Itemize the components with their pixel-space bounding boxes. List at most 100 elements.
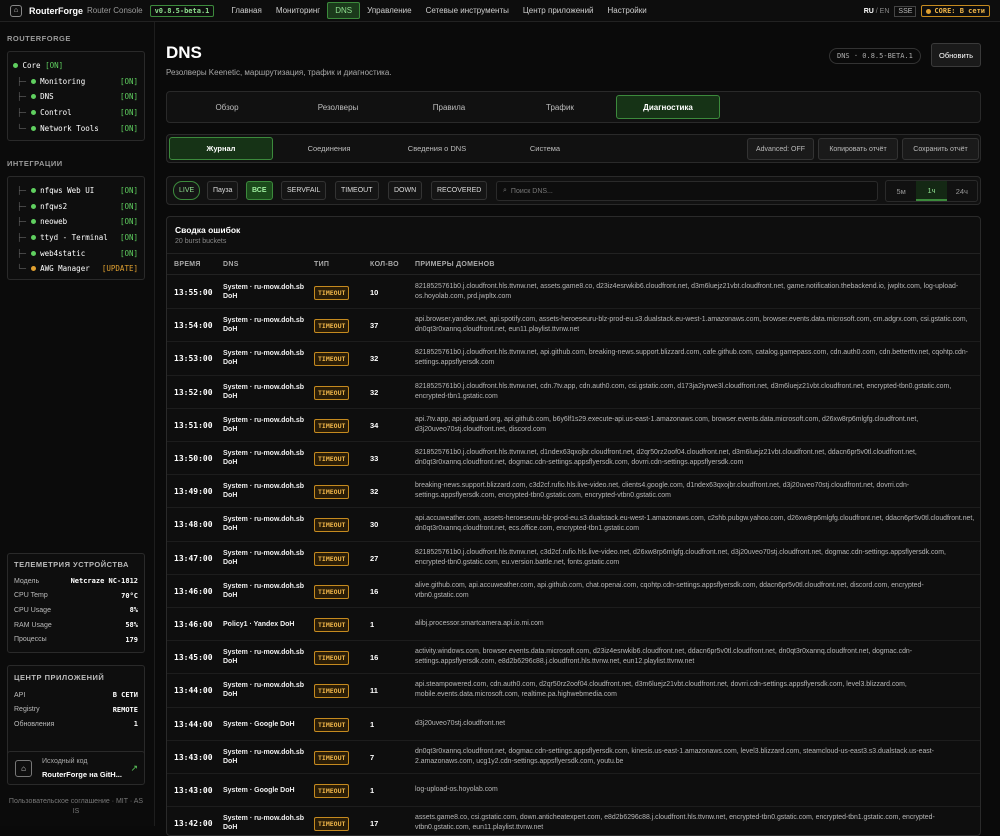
row-domains: 8218525761b0.j.cloudfront.hls.ttvnw.net,… (415, 449, 917, 466)
app-center-value: 1 (133, 720, 138, 729)
tree-branch: └─ (17, 123, 27, 133)
table-row[interactable]: 13:53:00 System · ru-mow.doh.sb DoH TIMEOU… (167, 342, 980, 376)
tab-rules[interactable]: Правила (394, 95, 504, 119)
update-button[interactable]: Обновить (931, 43, 981, 67)
subtab-dns-info[interactable]: Сведения о DNS (385, 137, 489, 160)
telemetry-label: Процессы (14, 636, 47, 644)
table-row[interactable]: 13:45:00 System · ru-mow.doh.sb DoH TIMEOU… (167, 641, 980, 675)
filter-recovered[interactable]: RECOVERED (431, 181, 488, 200)
table-row[interactable]: 13:47:00 System · ru-mow.doh.sb DoH TIMEOU… (167, 542, 980, 575)
telemetry-value: 8% (129, 606, 138, 615)
integration-status: [ON] (119, 248, 138, 258)
search-placeholder: Поиск DNS... (510, 187, 553, 195)
nav-home[interactable]: Главная (224, 3, 268, 18)
filter-all[interactable]: ВСЕ (246, 181, 273, 200)
copy-report-button[interactable]: Копировать отчёт (818, 138, 898, 160)
row-count: 32 (370, 487, 379, 497)
row-count: 16 (370, 586, 379, 596)
pause-button[interactable]: Пауза (207, 181, 239, 200)
integration-nfqws-web-ui[interactable]: ├─ nfqws Web UI [ON] (8, 183, 144, 199)
nav-app-center[interactable]: Центр приложений (516, 3, 601, 18)
subtab-system[interactable]: Система (493, 137, 597, 160)
table-row[interactable]: 13:54:00 System · ru-mow.doh.sb DoH TIMEOU… (167, 309, 980, 343)
table-row[interactable]: 13:50:00 System · ru-mow.doh.sb DoH TIMEOU… (167, 442, 980, 476)
row-type-badge: TIMEOUT (314, 485, 350, 500)
row-domains: d3j20uveo70stj.cloudfront.net (415, 719, 506, 727)
save-report-button[interactable]: Сохранить отчёт (902, 138, 979, 160)
lang-en[interactable]: EN (880, 8, 890, 15)
nav-control[interactable]: Управление (360, 3, 418, 18)
status-dot-icon (30, 110, 36, 116)
table-row[interactable]: 13:48:00 System · ru-mow.doh.sb DoH TIMEOU… (167, 508, 980, 542)
table-row[interactable]: 13:44:00 System · Google DoH TIMEOUT 1 d3j20… (167, 708, 980, 741)
table-row[interactable]: 13:52:00 System · ru-mow.doh.sb DoH TIMEOU… (167, 376, 980, 409)
subtab-connections[interactable]: Соединения (277, 137, 381, 160)
row-time: 13:54:00 (174, 321, 213, 331)
brand-subtitle: Router Console (87, 6, 143, 15)
row-time: 13:49:00 (174, 487, 213, 497)
dns-search-input[interactable]: ⌕ Поиск DNS... (496, 181, 878, 201)
table-row[interactable]: 13:46:00 System · ru-mow.doh.sb DoH TIMEOU… (167, 575, 980, 608)
table-row[interactable]: 13:44:00 System · ru-mow.doh.sb DoH TIMEOU… (167, 674, 980, 708)
module-monitoring[interactable]: ├─ Monitoring [ON] (8, 74, 144, 90)
table-row[interactable]: 13:55:00 System · ru-mow.doh.sb DoH TIMEOU… (167, 276, 980, 310)
page-subtitle: Резолверы Keenetic, маршрутизация, трафи… (166, 68, 392, 77)
table-row[interactable]: 13:42:00 System · ru-mow.doh.sb DoH TIMEOU… (167, 807, 980, 835)
module-label: Network Tools (40, 123, 99, 133)
range-1h[interactable]: 1ч (916, 181, 947, 201)
module-dns[interactable]: ├─ DNS [ON] (8, 89, 144, 105)
table-row[interactable]: 13:46:00 Policy1 · Yandex DoH TIMEOUT 1 alib… (167, 608, 980, 642)
module-control[interactable]: ├─ Control [ON] (8, 105, 144, 121)
tab-traffic[interactable]: Трафик (505, 95, 615, 119)
nav-monitoring[interactable]: Мониторинг (269, 3, 327, 18)
tab-resolvers[interactable]: Резолверы (283, 95, 393, 119)
row-count: 1 (370, 620, 375, 629)
telemetry-title: ТЕЛЕМЕТРИЯ УСТРОЙСТВА (14, 560, 129, 569)
integration-ttyd[interactable]: ├─ ttyd - Terminal [ON] (8, 230, 144, 246)
nav-network-tools[interactable]: Сетевые инструменты (419, 3, 516, 18)
telemetry-value: Netcraze NC-1812 (70, 577, 138, 586)
tab-diagnostics[interactable]: Диагностика (616, 95, 720, 119)
filter-servfail[interactable]: SERVFAIL (281, 181, 327, 200)
row-dns: System · ru-mow.doh.sb DoH (223, 284, 305, 300)
advanced-toggle[interactable]: Advanced: OFF (747, 138, 814, 160)
row-time: 13:42:00 (174, 819, 213, 829)
tree-branch: └─ (17, 264, 27, 274)
app-center-box: ЦЕНТР ПРИЛОЖЕНИЙ API В СЕТИ Registry REMOT… (7, 665, 145, 761)
integration-neoweb[interactable]: ├─ neoweb [ON] (8, 214, 144, 230)
tree-branch: ├─ (17, 92, 27, 102)
tab-overview[interactable]: Обзор (172, 95, 282, 119)
row-domains: 8218525761b0.j.cloudfront.hls.ttvnw.net,… (415, 548, 946, 566)
integration-awg-manager[interactable]: └─ AWG Manager [UPDATE] (8, 261, 144, 277)
module-status: [ON] (119, 92, 138, 102)
filter-down[interactable]: DOWN (388, 181, 423, 200)
nav-settings[interactable]: Настройки (601, 3, 654, 18)
module-status: [ON] (119, 123, 138, 133)
telemetry-label: CPU Temp (14, 592, 48, 600)
main-nav: Главная Мониторинг DNS Управление Сетевы… (224, 0, 653, 22)
range-24h[interactable]: 24ч (947, 181, 977, 201)
table-row[interactable]: 13:49:00 System · ru-mow.doh.sb DoH TIMEOU… (167, 475, 980, 509)
live-indicator[interactable]: LIVE (173, 181, 201, 200)
table-row[interactable]: 13:43:00 System · Google DoH TIMEOUT 1 log-u… (167, 774, 980, 808)
lang-ru[interactable]: RU (864, 8, 874, 15)
range-5m[interactable]: 5м (886, 181, 916, 201)
module-network-tools[interactable]: └─ Network Tools [ON] (8, 120, 144, 136)
footer-text[interactable]: Пользовательское соглашение · MIT · AS I… (7, 797, 145, 817)
nav-dns[interactable]: DNS (327, 2, 361, 19)
module-core[interactable]: Core [ON] (8, 58, 144, 74)
table-row[interactable]: 13:51:00 System · ru-mow.doh.sb DoH TIMEOU… (167, 409, 980, 442)
table-row[interactable]: 13:43:00 System · ru-mow.doh.sb DoH TIMEOU… (167, 741, 980, 774)
subtab-journal[interactable]: Журнал (169, 137, 273, 160)
app-center-value: REMOTE (112, 705, 138, 714)
github-source-link[interactable]: ⌂ Исходный код RouterForge на GitH... ↗ (7, 751, 145, 785)
row-domains: breaking-news.support.blizzard.com, c3d2… (415, 482, 910, 500)
row-time: 13:43:00 (174, 786, 213, 795)
status-dot-icon (13, 63, 18, 69)
integration-nfqws2[interactable]: ├─ nfqws2 [ON] (8, 199, 144, 215)
integration-web4static[interactable]: ├─ web4static [ON] (8, 245, 144, 261)
integration-label: nfqws Web UI (40, 186, 95, 196)
filter-timeout[interactable]: TIMEOUT (335, 181, 379, 200)
row-time: 13:51:00 (174, 420, 213, 430)
integration-label: AWG Manager (40, 264, 90, 274)
